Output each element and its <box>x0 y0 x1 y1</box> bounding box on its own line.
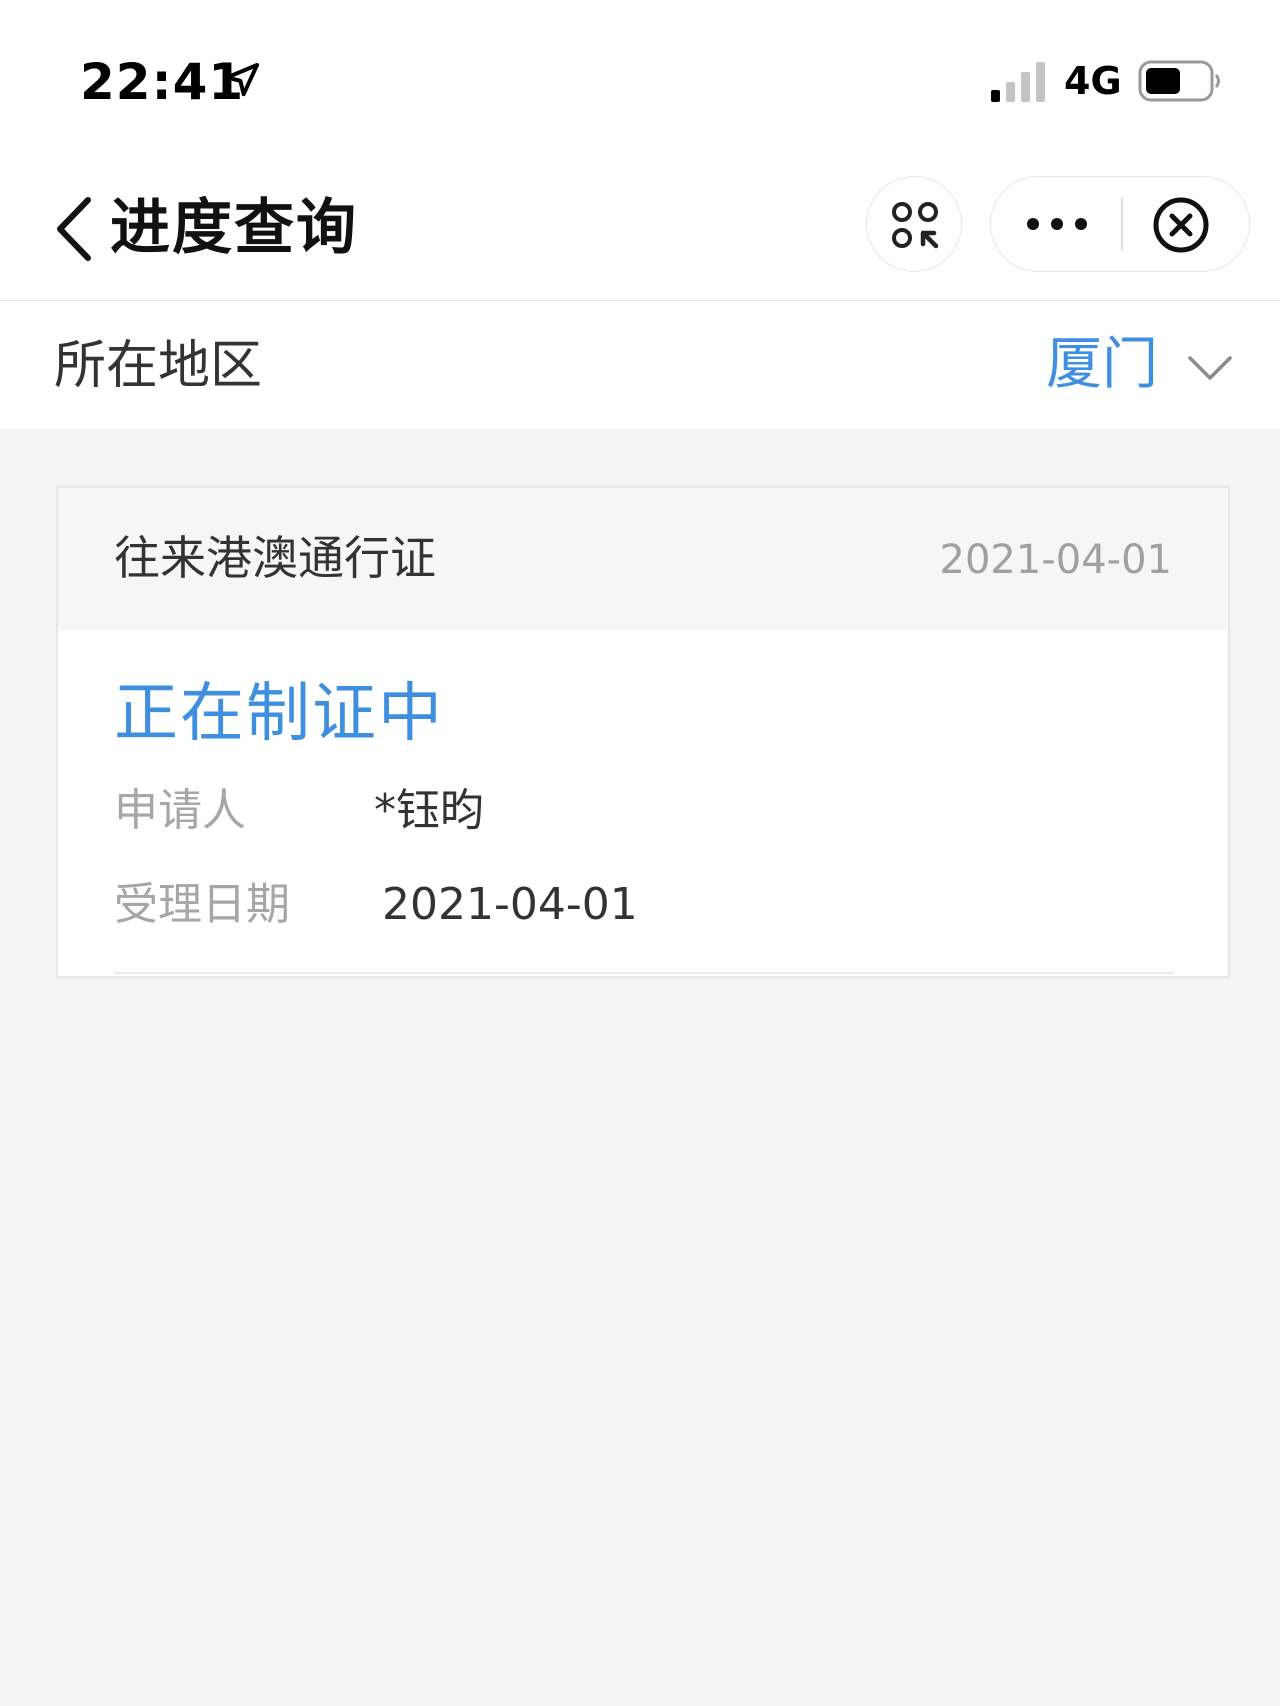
status-bar: 22:41 4G <box>0 0 1280 150</box>
back-icon[interactable] <box>52 194 96 264</box>
status-text: 正在制证中 <box>114 677 444 751</box>
progress-record-card[interactable]: 往来港澳通行证 2021-04-01 正在制证中 申请人 *钰昀 受理日期 20… <box>56 486 1230 978</box>
page-title: 进度查询 <box>110 193 358 263</box>
battery-icon <box>1138 60 1220 102</box>
network-type: 4G <box>1064 59 1122 103</box>
document-type: 往来港澳通行证 <box>114 531 436 585</box>
navigation-bar: 进度查询 <box>0 150 1280 301</box>
location-arrow-icon <box>225 63 259 97</box>
region-value[interactable]: 厦门 <box>1046 333 1158 397</box>
applicant-value: *钰昀 <box>374 785 484 836</box>
region-selector[interactable]: 所在地区 厦门 <box>0 301 1280 429</box>
signal-icon <box>991 62 1045 102</box>
chevron-down-icon[interactable] <box>1186 353 1234 383</box>
record-date: 2021-04-01 <box>939 537 1172 583</box>
mini-program-icon <box>892 202 939 249</box>
applicant-label: 申请人 <box>114 785 246 836</box>
more-icon[interactable] <box>1021 197 1093 251</box>
mini-program-button[interactable] <box>866 176 962 272</box>
acceptance-date-label: 受理日期 <box>114 879 290 930</box>
close-icon[interactable] <box>1151 195 1211 255</box>
region-label: 所在地区 <box>54 336 263 396</box>
acceptance-date-value: 2021-04-01 <box>382 879 638 930</box>
capsule-divider <box>1121 197 1123 251</box>
capsule-menu <box>990 176 1250 272</box>
status-time: 22:41 <box>80 53 245 111</box>
card-divider <box>114 972 1174 974</box>
card-header: 往来港澳通行证 2021-04-01 <box>58 488 1228 630</box>
